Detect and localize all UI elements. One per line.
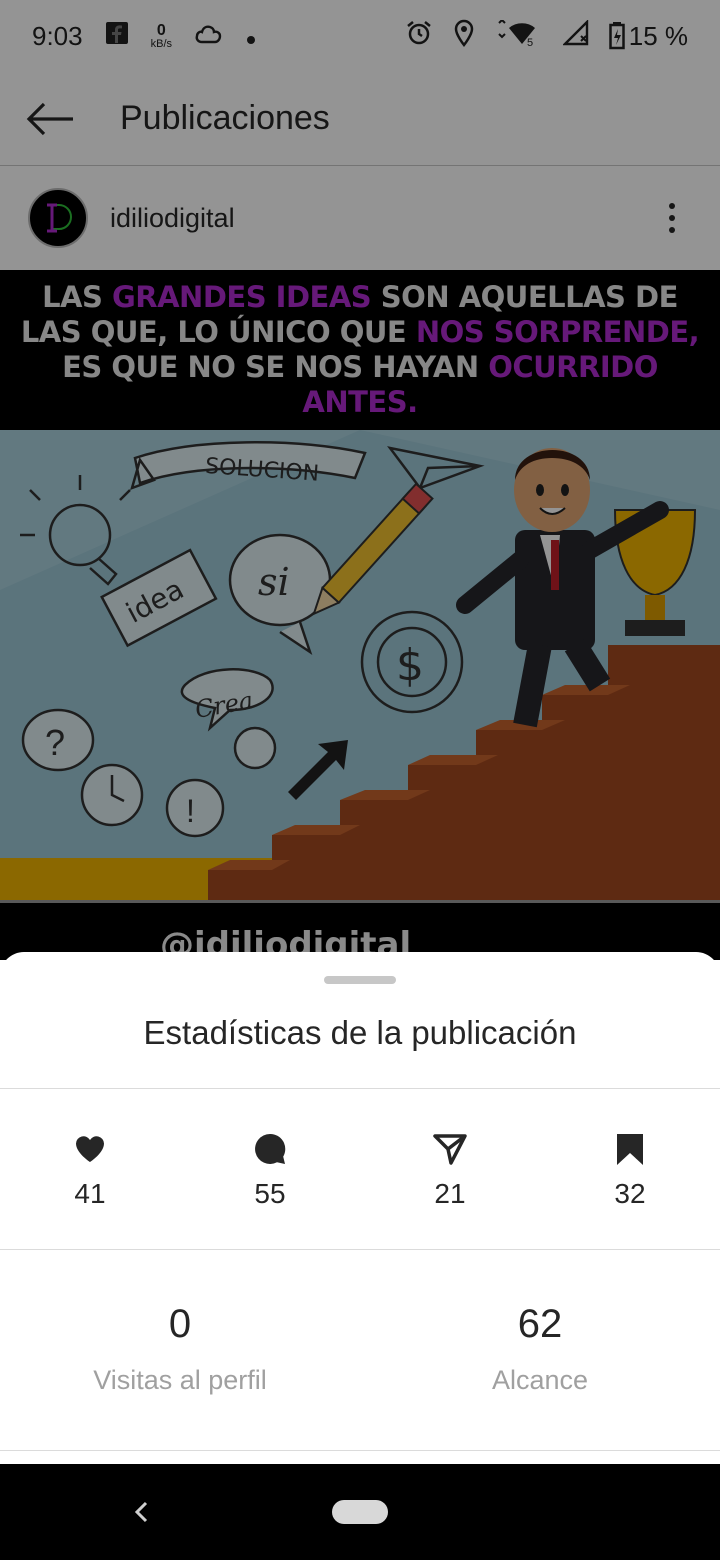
divider — [0, 1088, 720, 1089]
saves-count: 32 — [614, 1178, 646, 1209]
divider — [0, 1249, 720, 1250]
engagement-metrics: 41 55 21 32 — [0, 1132, 720, 1250]
reach-value: 62 — [517, 1302, 563, 1346]
nav-home-pill[interactable] — [332, 1500, 388, 1524]
post-insights-sheet: Estadísticas de la publicación 41 55 21 … — [0, 952, 720, 1464]
chevron-left-icon — [134, 1501, 148, 1523]
sheet-grabber[interactable] — [324, 976, 396, 984]
reach-stat: 62 Alcance — [360, 1302, 720, 1396]
heart-icon — [76, 1136, 104, 1162]
profile-visits-value: 0 — [168, 1302, 192, 1346]
profile-visits-stat: 0 Visitas al perfil — [0, 1302, 360, 1396]
shares-metric: 21 — [360, 1132, 540, 1250]
comments-count: 55 — [254, 1178, 286, 1209]
likes-metric: 41 — [0, 1132, 180, 1250]
shares-count: 21 — [434, 1178, 466, 1209]
saves-metric: 32 — [540, 1132, 720, 1250]
reach-label: Alcance — [491, 1365, 589, 1395]
likes-count: 41 — [74, 1178, 106, 1209]
sheet-title: Estadísticas de la publicación — [143, 1014, 577, 1051]
scrim-overlay[interactable] — [0, 0, 720, 960]
comment-icon — [255, 1133, 286, 1164]
divider — [0, 1450, 720, 1451]
profile-stats: 0 Visitas al perfil 62 Alcance — [0, 1302, 720, 1396]
system-nav-bar — [0, 1464, 720, 1560]
nav-back-button[interactable] — [126, 1492, 156, 1532]
profile-visits-label: Visitas al perfil — [93, 1365, 267, 1395]
bookmark-icon — [617, 1134, 643, 1165]
send-icon — [433, 1134, 467, 1165]
comments-metric: 55 — [180, 1132, 360, 1250]
